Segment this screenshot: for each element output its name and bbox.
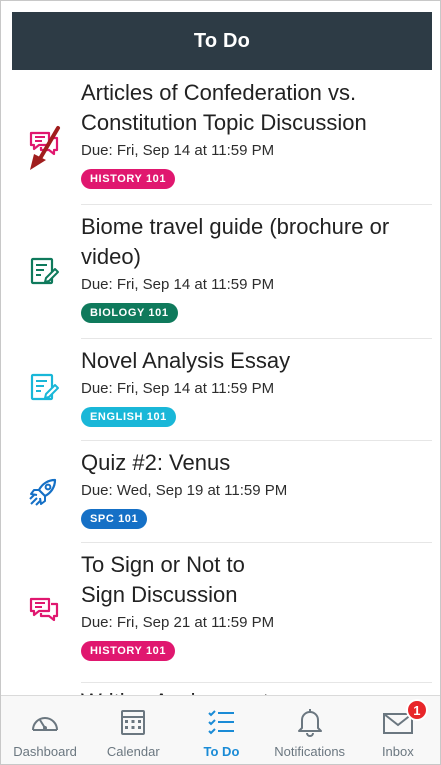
discussion-icon (29, 597, 59, 622)
tab-label: Dashboard (13, 744, 77, 759)
todo-item-due: Due: Wed, Sep 19 at 11:59 PM (81, 482, 288, 499)
divider (81, 204, 432, 205)
navigation-bar: To Do (12, 12, 432, 70)
tab-calendar[interactable]: Calendar (89, 696, 177, 759)
course-badge: HISTORY 101 (81, 641, 176, 661)
divider (81, 440, 432, 441)
todo-item-title: Biome travel guide (brochure or video) (81, 214, 390, 269)
bell-icon (297, 709, 322, 737)
assignment-icon (30, 373, 59, 401)
tab-bar: Dashboard Calendar To Do Notifications 1… (1, 695, 440, 764)
todo-item-title: Quiz #2: Venus (81, 450, 231, 475)
course-badge: SPC 101 (81, 509, 148, 529)
todo-item-due: Due: Fri, Sep 14 at 11:59 PM (81, 276, 275, 293)
calendar-icon (121, 710, 146, 735)
dashboard-gauge-icon (32, 717, 59, 731)
course-badge: HISTORY 101 (81, 169, 176, 189)
course-badge: BIOLOGY 101 (81, 303, 178, 323)
tab-label: Calendar (106, 744, 160, 759)
tab-label: To Do (203, 744, 240, 759)
assignment-icon (30, 257, 59, 285)
todo-item-due: Due: Fri, Sep 14 at 11:59 PM (81, 380, 275, 397)
divider (81, 542, 432, 543)
todo-item-title: Articles of Confederation vs. Constituti… (81, 80, 367, 135)
annotation-arrow-icon (30, 126, 60, 170)
tab-todo[interactable]: To Do (177, 696, 265, 759)
quiz-rocket-icon (29, 478, 57, 506)
todo-list[interactable]: Articles of Confederation vs. Constituti… (12, 70, 432, 695)
tab-notifications[interactable]: Notifications (266, 696, 354, 759)
todo-item-title-partial[interactable]: Writing Assignment (81, 687, 269, 695)
tab-inbox[interactable]: 1 Inbox (354, 696, 440, 759)
inbox-unread-badge: 1 (405, 699, 428, 721)
todo-item-title: To Sign or Not to Sign Discussion (81, 552, 245, 607)
app-frame: To Do Articles of Confederation vs. Cons… (0, 0, 441, 765)
todo-list-icon (208, 710, 235, 735)
course-badge: ENGLISH 101 (81, 407, 176, 427)
divider (81, 338, 432, 339)
divider (81, 682, 432, 683)
tab-label: Inbox (381, 744, 414, 759)
todo-item-due: Due: Fri, Sep 21 at 11:59 PM (81, 614, 275, 631)
todo-item-title: Novel Analysis Essay (81, 348, 291, 373)
page-title: To Do (193, 29, 251, 52)
tab-dashboard[interactable]: Dashboard (1, 696, 89, 759)
todo-item-due: Due: Fri, Sep 14 at 11:59 PM (81, 142, 275, 159)
tab-label: Notifications (274, 744, 346, 759)
